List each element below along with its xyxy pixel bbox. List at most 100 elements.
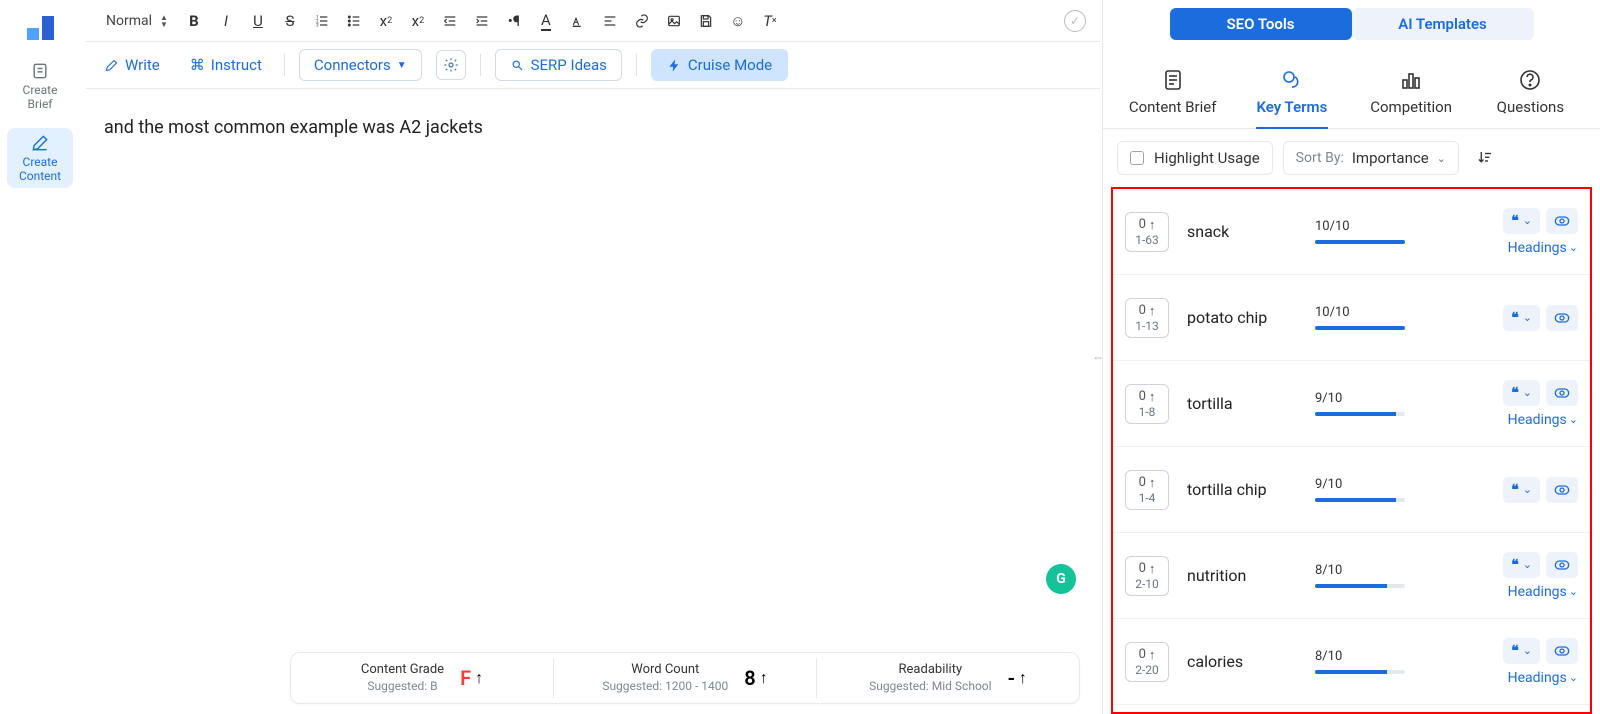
headings-dropdown[interactable]: Headings⌄ <box>1508 412 1578 428</box>
wordcount-value: 8 <box>744 666 755 690</box>
term-row: 0↑ 2-20 calories 8/10 ❝ ⌄ Headings⌄ <box>1113 619 1590 705</box>
status-bar: Content Grade Suggested: B F↑ Word Count… <box>290 652 1080 704</box>
paragraph-format-select[interactable]: Normal ▲▼ <box>100 9 174 33</box>
term-quote-dropdown[interactable]: ❝ ⌄ <box>1503 638 1540 664</box>
highlight-usage-checkbox[interactable]: Highlight Usage <box>1117 141 1273 175</box>
unordered-list-icon[interactable] <box>342 9 366 33</box>
subtab-key-terms[interactable]: Key Terms <box>1232 62 1351 128</box>
questions-icon <box>1518 68 1542 92</box>
term-preview-button[interactable] <box>1546 208 1578 234</box>
sort-by-dropdown[interactable]: Sort By: Importance ⌄ <box>1283 141 1459 175</box>
clear-format-icon[interactable]: T× <box>758 9 782 33</box>
term-preview-button[interactable] <box>1546 552 1578 578</box>
content-grade-stat[interactable]: Content Grade Suggested: B F↑ <box>291 658 553 697</box>
cruise-mode-button[interactable]: Cruise Mode <box>651 49 788 81</box>
chevron-down-icon: ⌄ <box>1523 386 1532 399</box>
settings-button[interactable] <box>436 50 466 80</box>
subtab-content-brief[interactable]: Content Brief <box>1113 62 1232 128</box>
preview-icon <box>1554 559 1570 571</box>
term-preview-button[interactable] <box>1546 380 1578 406</box>
instruct-button[interactable]: ⌘ Instruct <box>182 51 270 79</box>
term-quote-dropdown[interactable]: ❝ ⌄ <box>1503 477 1540 503</box>
term-score: 9/10 <box>1315 477 1425 502</box>
arrow-up-icon: ↑ <box>1149 389 1156 405</box>
term-quote-dropdown[interactable]: ❝ ⌄ <box>1503 380 1540 406</box>
term-quote-dropdown[interactable]: ❝ ⌄ <box>1503 208 1540 234</box>
grade-label: Content Grade <box>361 662 444 678</box>
strikethrough-icon[interactable]: S <box>278 9 302 33</box>
term-quote-dropdown[interactable]: ❝ ⌄ <box>1503 552 1540 578</box>
term-quote-dropdown[interactable]: ❝ ⌄ <box>1503 305 1540 331</box>
competition-icon <box>1399 68 1423 92</box>
gear-icon <box>443 57 459 73</box>
quote-icon: ❝ <box>1511 213 1519 229</box>
word-count-stat[interactable]: Word Count Suggested: 1200 - 1400 8↑ <box>553 658 816 697</box>
term-score: 10/10 <box>1315 219 1425 244</box>
align-icon[interactable] <box>598 9 622 33</box>
preview-icon <box>1554 387 1570 399</box>
headings-dropdown[interactable]: Headings⌄ <box>1508 670 1578 686</box>
tab-ai-templates[interactable]: AI Templates <box>1352 8 1534 40</box>
editor-area[interactable]: and the most common example was A2 jacke… <box>86 88 1100 714</box>
term-name: snack <box>1187 222 1297 241</box>
sort-direction-button[interactable] <box>1469 141 1501 175</box>
create-brief-button[interactable]: Create Brief <box>7 56 73 116</box>
chevron-down-icon: ⌄ <box>1523 311 1532 324</box>
term-name: potato chip <box>1187 308 1297 327</box>
readability-label: Readability <box>899 662 963 678</box>
headings-dropdown[interactable]: Headings⌄ <box>1508 240 1578 256</box>
term-score: 10/10 <box>1315 305 1425 330</box>
sort-icon <box>1476 149 1494 167</box>
indent-icon[interactable] <box>470 9 494 33</box>
chevron-down-icon: ⌄ <box>1569 671 1578 684</box>
ordered-list-icon[interactable]: 123 <box>310 9 334 33</box>
term-score: 8/10 <box>1315 649 1425 674</box>
term-preview-button[interactable] <box>1546 305 1578 331</box>
caret-updown-icon: ▲▼ <box>160 14 168 28</box>
highlight-usage-label: Highlight Usage <box>1154 149 1260 167</box>
term-preview-button[interactable] <box>1546 477 1578 503</box>
term-preview-button[interactable] <box>1546 638 1578 664</box>
subtab-competition[interactable]: Competition <box>1352 62 1471 128</box>
save-icon[interactable] <box>694 9 718 33</box>
highlight-color-icon[interactable] <box>566 9 590 33</box>
usage-count-box[interactable]: 0↑ 1-4 <box>1125 470 1169 510</box>
arrow-up-icon: ↑ <box>1019 668 1027 688</box>
subtab-questions[interactable]: Questions <box>1471 62 1590 128</box>
image-icon[interactable] <box>662 9 686 33</box>
usage-count-box[interactable]: 0↑ 1-8 <box>1125 384 1169 424</box>
preview-icon <box>1554 215 1570 227</box>
headings-dropdown[interactable]: Headings⌄ <box>1508 584 1578 600</box>
tab-seo-tools[interactable]: SEO Tools <box>1170 8 1352 40</box>
bold-icon[interactable]: B <box>182 9 206 33</box>
chevron-down-icon: ⌄ <box>1437 152 1446 165</box>
term-name: nutrition <box>1187 566 1297 585</box>
usage-count-box[interactable]: 0↑ 2-10 <box>1125 556 1169 596</box>
link-icon[interactable] <box>630 9 654 33</box>
grammarly-badge[interactable]: G <box>1046 564 1076 594</box>
usage-count-box[interactable]: 0↑ 1-13 <box>1125 298 1169 338</box>
subscript-icon[interactable]: x2 <box>374 9 398 33</box>
preview-icon <box>1554 484 1570 496</box>
term-score: 9/10 <box>1315 391 1425 416</box>
outdent-icon[interactable] <box>438 9 462 33</box>
document-icon <box>30 61 50 81</box>
term-row: 0↑ 2-10 nutrition 8/10 ❝ ⌄ Headings⌄ <box>1113 533 1590 619</box>
connectors-dropdown[interactable]: Connectors ▼ <box>299 49 422 81</box>
wordcount-suggested: Suggested: 1200 - 1400 <box>602 679 728 694</box>
usage-count-box[interactable]: 0↑ 1-63 <box>1125 212 1169 252</box>
usage-count-box[interactable]: 0↑ 2-20 <box>1125 642 1169 682</box>
italic-icon[interactable]: I <box>214 9 238 33</box>
status-check-icon[interactable]: ✓ <box>1064 10 1086 32</box>
text-color-icon[interactable]: A <box>534 9 558 33</box>
readability-stat[interactable]: Readability Suggested: Mid School -↑ <box>816 658 1079 697</box>
text-direction-icon[interactable]: •¶ <box>502 9 526 33</box>
emoji-icon[interactable]: ☺ <box>726 9 750 33</box>
underline-icon[interactable]: U <box>246 9 270 33</box>
superscript-icon[interactable]: x2 <box>406 9 430 33</box>
quote-icon: ❝ <box>1511 643 1519 659</box>
app-logo[interactable] <box>18 8 62 44</box>
serp-ideas-button[interactable]: SERP Ideas <box>495 49 622 81</box>
create-content-button[interactable]: Create Content <box>7 128 73 188</box>
write-button[interactable]: Write <box>96 51 168 79</box>
